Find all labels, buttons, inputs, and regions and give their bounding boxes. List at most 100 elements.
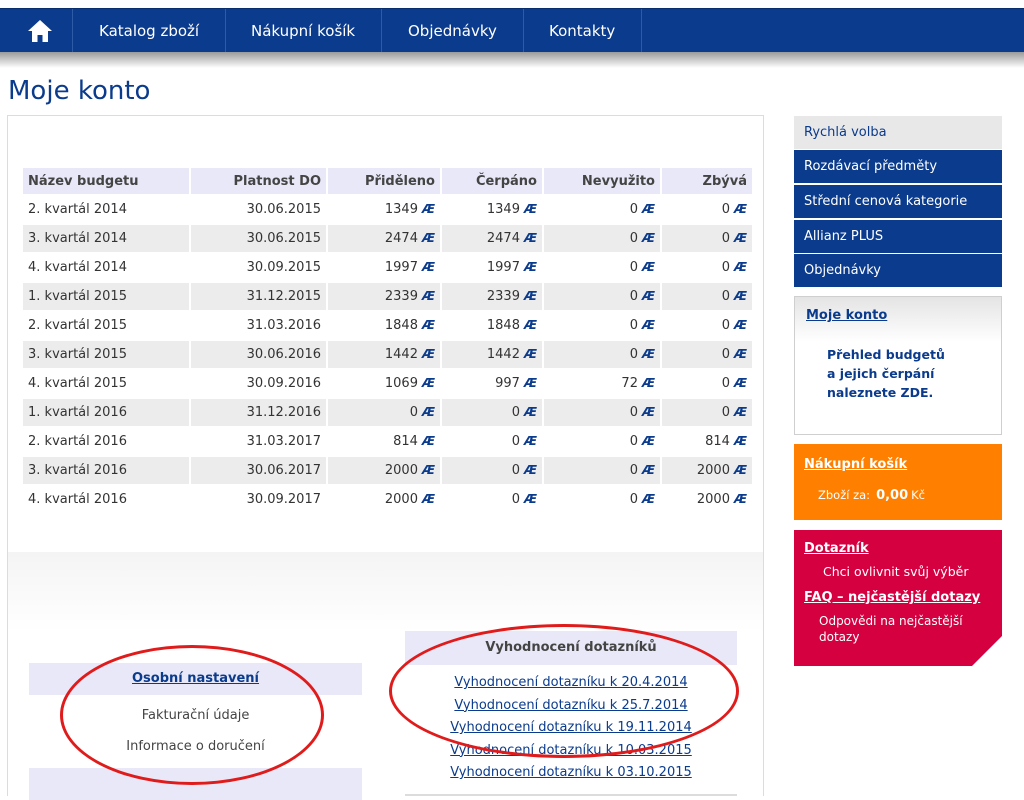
cell-budget-name: 4. kvartál 2014	[23, 254, 189, 281]
cell-valid-until: 30.06.2017	[191, 457, 326, 484]
cell-value: 0	[629, 289, 638, 304]
currency-icon: Æ	[523, 405, 537, 419]
currency-icon: Æ	[523, 318, 537, 332]
page-title: Moje konto	[8, 76, 151, 106]
delivery-info-link[interactable]: Informace o doručení	[29, 731, 362, 762]
nav-contacts[interactable]: Kontakty	[523, 9, 643, 53]
personal-settings-link[interactable]: Osobní nastavení	[132, 671, 259, 686]
cell-valid-until: 30.06.2015	[191, 225, 326, 252]
currency-icon: Æ	[523, 231, 537, 245]
nav-orders[interactable]: Objednávky	[382, 9, 524, 53]
nav-catalog[interactable]: Katalog zboží	[73, 9, 227, 53]
quick-select-title: Rychlá volba	[804, 125, 887, 140]
faq-text: Odpovědi na nejčastější dotazy	[819, 614, 963, 644]
quick-item-giveaways[interactable]: Rozdávací předměty	[794, 150, 1002, 183]
survey-results-box: Vyhodnocení dotazníků Vyhodnocení dotazn…	[405, 631, 737, 796]
cell-value: 2339	[486, 289, 520, 304]
currency-icon: Æ	[641, 260, 655, 274]
main-navigation: Katalog zboží Nákupní košík Objednávky K…	[0, 8, 1024, 53]
cell-value: 0	[721, 260, 730, 275]
currency-icon: Æ	[733, 231, 747, 245]
cell-value: 31.03.2017	[246, 434, 321, 449]
cell-value: 2. kvartál 2016	[28, 434, 127, 449]
cell-allocated: 0Æ	[328, 399, 440, 426]
table-header-row: Název budgetu Platnost DO Přiděleno Čerp…	[23, 168, 752, 194]
cell-unused: 0Æ	[544, 341, 660, 368]
cell-value: 0	[511, 434, 520, 449]
box-corner-cut	[972, 636, 1002, 666]
survey-link[interactable]: Dotazník	[804, 541, 869, 556]
budget-table: Název budgetu Platnost DO Přiděleno Čerp…	[21, 166, 754, 515]
cell-value: 0	[629, 231, 638, 246]
cell-spent: 0Æ	[442, 486, 542, 513]
table-row: 4. kvartál 2016 30.09.2017 2000 Æ 0 Æ 0 Æ 2000 Æ	[23, 486, 752, 513]
currency-icon: Æ	[641, 347, 655, 361]
quick-item-label: Allianz PLUS	[804, 229, 884, 244]
survey-result-link[interactable]: Vyhodnocení dotazníku k 25.7.2014	[405, 695, 737, 718]
table-row: 4. kvartál 2014 30.09.2015 1997 Æ 1997 Æ 0 Æ 0 Æ	[23, 254, 752, 281]
cell-remaining: 0Æ	[662, 312, 752, 339]
cell-value: 0	[629, 492, 638, 507]
cell-valid-until: 31.12.2015	[191, 283, 326, 310]
cell-value: 0	[721, 231, 730, 246]
cart-link[interactable]: Nákupní košík	[804, 457, 907, 472]
cell-value: 2000	[696, 463, 730, 478]
cell-budget-name: 2. kvartál 2015	[23, 312, 189, 339]
nav-shadow	[0, 52, 1024, 68]
cell-unused: 0Æ	[544, 312, 660, 339]
currency-icon: Æ	[733, 434, 747, 448]
cell-value: 0	[409, 405, 418, 420]
budget-panel: Název budgetu Platnost DO Přiděleno Čerp…	[7, 115, 764, 553]
billing-details-link[interactable]: Fakturační údaje	[29, 700, 362, 731]
cell-value: 3. kvartál 2015	[28, 347, 127, 362]
survey-result-link[interactable]: Vyhodnocení dotazníku k 20.4.2014	[405, 672, 737, 695]
column-header-unused: Nevyužito	[544, 168, 660, 194]
survey-result-link[interactable]: Vyhodnocení dotazníku k 10.03.2015	[405, 740, 737, 763]
cell-value: 31.12.2016	[246, 405, 321, 420]
cell-value: 0	[511, 492, 520, 507]
survey-result-link[interactable]: Vyhodnocení dotazníku k 19.11.2014	[405, 717, 737, 740]
cell-spent: 1997 Æ	[442, 254, 542, 281]
survey-result-link[interactable]: Vyhodnocení dotazníku k 03.10.2015	[405, 762, 737, 785]
currency-icon: Æ	[523, 202, 537, 216]
currency-icon: Æ	[421, 434, 435, 448]
cell-unused: 0Æ	[544, 196, 660, 223]
cell-value: 1. kvartál 2015	[28, 289, 127, 304]
quick-item-mid-price[interactable]: Střední cenová kategorie	[794, 185, 1002, 218]
cell-value: 30.09.2017	[246, 492, 321, 507]
currency-icon: Æ	[421, 318, 435, 332]
cell-value: 4. kvartál 2014	[28, 260, 127, 275]
account-text-line: a jejich čerpání	[827, 366, 935, 381]
cell-remaining: 0Æ	[662, 196, 752, 223]
cell-value: 1349	[384, 202, 418, 217]
cell-value: 1848	[384, 318, 418, 333]
currency-icon: Æ	[421, 202, 435, 216]
currency-icon: Æ	[421, 289, 435, 303]
cell-value: 0	[511, 405, 520, 420]
quick-item-allianz-plus[interactable]: Allianz PLUS	[794, 220, 1002, 253]
cell-value: 3. kvartál 2014	[28, 231, 127, 246]
account-budget-overview-link[interactable]: Přehled budgetů a jejich čerpání nalezne…	[827, 345, 945, 402]
faq-link[interactable]: FAQ – nejčastější dotazy	[804, 590, 980, 605]
cell-value: 0	[721, 347, 730, 362]
quick-item-orders[interactable]: Objednávky	[794, 254, 1002, 287]
cell-allocated: 1069 Æ	[328, 370, 440, 397]
cell-value: 0	[511, 463, 520, 478]
column-header-remaining: Zbývá	[662, 168, 752, 194]
cart-label: Zboží za:	[818, 488, 871, 502]
home-button[interactable]	[8, 9, 73, 53]
cell-spent: 0Æ	[442, 457, 542, 484]
table-row: 2. kvartál 2016 31.03.2017 814 Æ 0 Æ 0 Æ 814 Æ	[23, 428, 752, 455]
cell-value: 997	[495, 376, 520, 391]
my-account-link[interactable]: Moje konto	[806, 308, 887, 323]
table-row: 4. kvartál 2015 30.09.2016 1069 Æ 997 Æ 72 Æ 0 Æ	[23, 370, 752, 397]
currency-icon: Æ	[421, 231, 435, 245]
cell-allocated: 1442 Æ	[328, 341, 440, 368]
cell-value: 0	[629, 202, 638, 217]
cell-value: 31.12.2015	[246, 289, 321, 304]
cart-box: Nákupní košík Zboží za: 0,00 Kč	[794, 444, 1002, 520]
nav-cart[interactable]: Nákupní košík	[225, 9, 383, 53]
currency-icon: Æ	[733, 347, 747, 361]
cell-remaining: 0Æ	[662, 399, 752, 426]
cell-remaining: 0Æ	[662, 370, 752, 397]
